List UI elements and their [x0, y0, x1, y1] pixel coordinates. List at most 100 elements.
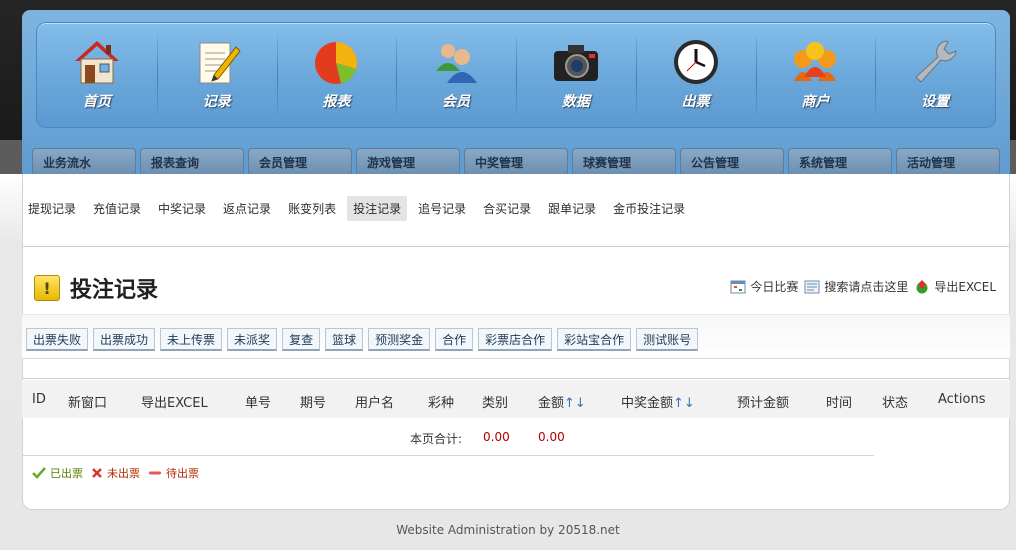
minus-icon	[149, 471, 161, 475]
col-amount-label: 金额	[538, 396, 565, 411]
nav-reports[interactable]: 报表	[276, 23, 397, 127]
filter-predicted-prize[interactable]: 预测奖金	[368, 328, 431, 351]
sub-link-group-buy-records[interactable]: 合买记录	[477, 196, 537, 221]
sub-link-bet-records[interactable]: 投注记录	[347, 196, 408, 221]
nav-label: 商户	[801, 94, 830, 110]
filter-not-uploaded[interactable]: 未上传票	[160, 328, 223, 351]
col-actions: Actions	[938, 392, 986, 407]
tab-match-management[interactable]: 球赛管理	[572, 148, 676, 174]
sub-link-withdraw-records[interactable]: 提现记录	[22, 196, 82, 221]
export-icon	[916, 279, 928, 293]
nav-label: 首页	[82, 94, 111, 110]
col-amount[interactable]: 金额↑↓	[538, 392, 586, 411]
nav-merchants[interactable]: 商户	[755, 23, 876, 127]
summary-label: 本页合计:	[410, 432, 463, 446]
col-category: 类别	[482, 396, 509, 411]
merchant-icon	[794, 42, 837, 81]
nav-data[interactable]: 数据	[516, 23, 636, 127]
sub-link-recharge-records[interactable]: 充值记录	[87, 196, 147, 221]
col-new-window: 新窗口	[68, 396, 108, 411]
sub-nav: 提现记录 充值记录 中奖记录 返点记录 账变列表 投注记录 追号记录 合买记录 …	[22, 196, 696, 221]
tab-notice-management[interactable]: 公告管理	[680, 148, 784, 174]
filter-ticket-success[interactable]: 出票成功	[93, 328, 156, 351]
filter-ticket-failed[interactable]: 出票失败	[26, 328, 89, 351]
filter-lottery-shop-cooperation[interactable]: 彩票店合作	[478, 328, 553, 351]
sort-arrows-icon[interactable]: ↑↓	[564, 396, 586, 411]
tab-business-flow[interactable]: 业务流水	[32, 148, 136, 174]
tool-label: 搜索请点击这里	[824, 280, 909, 294]
col-order-no: 单号	[245, 396, 272, 411]
col-win-amount-label: 中奖金额	[621, 396, 674, 411]
tab-prize-management[interactable]: 中奖管理	[464, 148, 568, 174]
nav-label: 设置	[921, 94, 950, 110]
check-icon	[32, 467, 46, 479]
home-icon	[74, 41, 119, 84]
legend-not-issued: 未出票	[91, 465, 140, 481]
notepad-icon	[199, 42, 241, 84]
sub-link-coin-bet-records[interactable]: 金币投注记录	[607, 196, 691, 221]
filter-not-paid[interactable]: 未派奖	[227, 328, 278, 351]
tab-system-management[interactable]: 系统管理	[788, 148, 892, 174]
tab-activity-management[interactable]: 活动管理	[896, 148, 1000, 174]
calendar-icon	[730, 280, 746, 293]
col-export-excel[interactable]: 导出EXCEL	[141, 392, 208, 411]
tool-label: 导出EXCEL	[934, 280, 996, 294]
sub-link-winning-records[interactable]: 中奖记录	[152, 196, 212, 221]
legend-label: 待出票	[166, 467, 199, 480]
sub-link-account-changes[interactable]: 账变列表	[282, 196, 342, 221]
divider	[22, 246, 1010, 247]
table-summary-row: 本页合计: 0.00 0.00	[22, 418, 874, 456]
export-excel-link[interactable]: 导出EXCEL	[914, 278, 996, 295]
tab-report-query[interactable]: 报表查询	[140, 148, 244, 174]
sub-link-follow-records[interactable]: 跟单记录	[542, 196, 602, 221]
page-header: ! 投注记录	[34, 272, 158, 304]
tab-game-management[interactable]: 游戏管理	[356, 148, 460, 174]
nav-label: 会员	[442, 94, 471, 110]
nav-settings[interactable]: 设置	[875, 23, 995, 127]
nav-label: 数据	[561, 94, 590, 110]
nav-home[interactable]: 首页	[37, 23, 157, 127]
filter-recheck[interactable]: 复查	[282, 328, 321, 351]
wrench-icon	[915, 40, 957, 83]
filter-caizhanbao-cooperation[interactable]: 彩站宝合作	[557, 328, 632, 351]
nav-label: 记录	[202, 94, 231, 110]
search-link[interactable]: 搜索请点击这里	[804, 278, 908, 295]
pie-chart-icon	[315, 41, 358, 84]
legend-label: 未出票	[107, 467, 140, 480]
clock-icon	[673, 40, 718, 84]
category-tabs: 业务流水 报表查询 会员管理 游戏管理 中奖管理 球赛管理 公告管理 系统管理 …	[32, 148, 1004, 174]
nav-label: 出票	[681, 94, 710, 110]
filter-cooperation[interactable]: 合作	[435, 328, 474, 351]
users-icon	[436, 44, 478, 83]
camera-icon	[553, 45, 598, 81]
legend-pending: 待出票	[148, 465, 199, 481]
col-issue: 期号	[300, 396, 327, 411]
sub-link-chase-records[interactable]: 追号记录	[412, 196, 472, 221]
today-matches-link[interactable]: 今日比赛	[730, 278, 798, 295]
col-time: 时间	[826, 396, 853, 411]
sub-link-rebate-records[interactable]: 返点记录	[217, 196, 277, 221]
divider	[22, 358, 1010, 359]
status-legend: 已出票 未出票 待出票	[32, 465, 207, 481]
col-win-amount[interactable]: 中奖金额↑↓	[621, 392, 695, 411]
tool-label: 今日比赛	[750, 280, 799, 294]
status-filters: 出票失败 出票成功 未上传票 未派奖 复查 篮球 预测奖金 合作 彩票店合作 彩…	[26, 328, 703, 351]
legend-issued: 已出票	[32, 465, 83, 481]
nav-members[interactable]: 会员	[396, 23, 516, 127]
col-lottery-type: 彩种	[428, 396, 455, 411]
cross-icon	[92, 468, 102, 478]
summary-win-amount: 0.00	[538, 430, 565, 444]
search-panel-icon	[804, 280, 820, 293]
col-estimated-amount: 预计金额	[737, 396, 790, 411]
warning-icon: !	[34, 275, 60, 301]
nav-ticketing[interactable]: 出票	[635, 23, 756, 127]
nav-label: 报表	[322, 94, 351, 110]
sort-arrows-icon[interactable]: ↑↓	[673, 396, 695, 411]
tab-member-management[interactable]: 会员管理	[248, 148, 352, 174]
table-header: ID 新窗口 导出EXCEL 单号 期号 用户名 彩种 类别 金额↑↓ 中奖金额…	[22, 380, 1010, 418]
filter-test-account[interactable]: 测试账号	[636, 328, 699, 351]
main-nav: 首页 记录 报表 会员 数据 出票 商户 设置	[36, 22, 996, 128]
nav-records[interactable]: 记录	[156, 23, 277, 127]
filter-basketball[interactable]: 篮球	[325, 328, 364, 351]
col-status: 状态	[882, 396, 909, 411]
